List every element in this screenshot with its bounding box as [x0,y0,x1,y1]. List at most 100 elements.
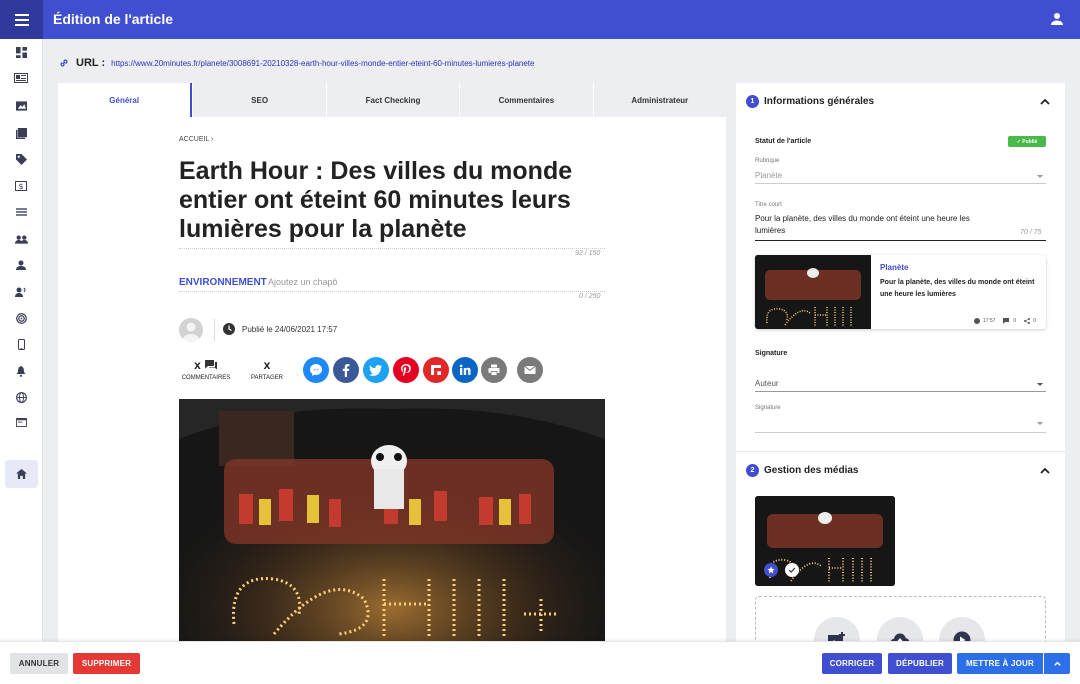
rubrique-label: Rubrique [755,158,780,164]
dashboard-icon [15,46,27,58]
chevron-up-icon[interactable] [1039,96,1051,108]
article-main-image[interactable] [179,399,605,645]
facebook-icon [342,364,350,377]
person-icon [16,260,26,270]
media-section-header[interactable]: 2 Gestion des médias [746,464,858,477]
chevron-up-icon[interactable] [1039,465,1051,477]
sidebar-item-images[interactable] [11,96,31,116]
status-label: Statut de l'article [755,138,812,145]
sidebar-item-embeds[interactable] [11,412,31,432]
breadcrumb[interactable]: ACCUEIL › [179,136,213,143]
share-facebook-button[interactable] [333,357,359,383]
title-underline [179,248,605,249]
chapo-input[interactable]: Ajoutez un chapô [268,277,338,287]
money-icon: $ [15,181,27,191]
dropdown-caret-icon [1037,175,1043,178]
rubrique-value: Planète [755,171,783,180]
section-number: 1 [746,95,759,108]
preview-shares: 0 [1033,318,1036,324]
sidebar-item-galleries[interactable] [11,123,31,143]
info-section-header[interactable]: 1 Informations générales [746,95,874,108]
sidebar-item-web[interactable] [11,387,31,407]
sidebar-item-users[interactable] [11,229,31,249]
gallery-icon [15,127,27,139]
people-icon [14,235,28,244]
status-badge: ✓ Publié [1008,136,1046,147]
sidebar-item-notifications[interactable] [11,361,31,381]
update-button[interactable]: METTRE À JOUR [957,653,1043,674]
linkedin-icon [459,364,471,375]
sidebar-item-mobile[interactable] [11,334,31,354]
email-button[interactable] [517,357,543,383]
media-item[interactable] [755,496,895,586]
user-account-icon[interactable] [1048,10,1066,28]
share-twitter-button[interactable] [363,357,389,383]
preview-rubrique: Planète [880,263,909,272]
article-url-link[interactable]: https://www.20minutes.fr/planete/3008691… [111,59,534,68]
share-flipboard-button[interactable] [423,357,449,383]
tag-icon [15,153,27,165]
short-title-input[interactable]: Pour la planète, des villes du monde ont… [755,213,1046,241]
sidebar-item-dashboard[interactable] [11,42,31,62]
tab-fact-checking[interactable]: Fact Checking [325,83,460,117]
update-options-button[interactable] [1044,653,1070,674]
home-icon [16,469,27,479]
star-icon [767,566,775,574]
preview-comments: 0 [1013,318,1017,324]
category-label[interactable]: ENVIRONNEMENT [179,277,267,288]
correct-button[interactable]: CORRIGER [822,653,882,674]
editor-tabs: Général SEO Fact Checking Commentaires A… [58,83,727,117]
short-title-label: Titre court [755,202,782,208]
divider [736,451,1065,452]
sidebar-item-tags[interactable] [11,149,31,169]
author-placeholder: Auteur [755,379,779,388]
dropdown-caret-icon [1037,422,1043,425]
article-title-input[interactable]: Earth Hour : Des villes du monde entier … [179,157,619,244]
clock-icon [973,318,980,324]
sidebar-item-monetization[interactable]: $ [11,176,31,196]
globe-icon [15,391,27,403]
section-title: Gestion des médias [764,465,859,476]
tab-comments[interactable]: Commentaires [459,83,593,117]
target-icon [15,312,27,324]
cancel-button[interactable]: ANNULER [10,653,68,674]
flipboard-icon [431,365,441,375]
delete-button[interactable]: SUPPRIMER [73,653,140,674]
rubrique-select[interactable]: Planète [755,171,1046,184]
sidebar-item-authors[interactable] [11,282,31,302]
author-select[interactable]: Auteur [755,379,1046,392]
url-row: URL : https://www.20minutes.fr/planete/3… [58,55,534,71]
unpublish-button[interactable]: DÉPUBLIER [888,653,952,674]
phone-icon [17,338,25,350]
section-title: Informations générales [764,96,875,107]
tab-general[interactable]: Général [58,83,193,117]
hamburger-icon [14,13,29,26]
tab-seo[interactable]: SEO [192,83,326,117]
sidebar-item-home[interactable] [5,460,38,488]
signature-select[interactable] [755,418,1046,433]
clock-icon [223,323,235,335]
article-card-icon [14,73,28,83]
select-media-button[interactable] [785,563,799,577]
comments-icon [1003,318,1010,324]
sidebar-item-articles[interactable] [11,68,31,88]
link-icon [60,59,68,67]
menu-button[interactable] [0,0,43,39]
sidebar-item-tracking[interactable] [11,308,31,328]
share-messenger-button[interactable] [303,357,329,383]
sidebar-item-lists[interactable] [11,202,31,222]
featured-star-button[interactable] [764,563,778,577]
author-avatar[interactable] [179,318,203,342]
share-icon [1024,318,1031,324]
article-preview-card[interactable]: Planète Pour la planète, des villes du m… [755,255,1046,329]
sidebar: $ [0,39,43,684]
shares-counter[interactable]: x PARTAGER [246,358,288,381]
comments-label: COMMENTAIRES [181,375,231,381]
share-linkedin-button[interactable] [452,357,478,383]
sidebar-item-profile[interactable] [11,255,31,275]
tab-admin[interactable]: Administrateur [592,83,727,117]
print-button[interactable] [481,357,507,383]
web-asset-icon [15,417,27,427]
comments-counter[interactable]: x COMMENTAIRES [178,358,234,381]
share-pinterest-button[interactable] [393,357,419,383]
